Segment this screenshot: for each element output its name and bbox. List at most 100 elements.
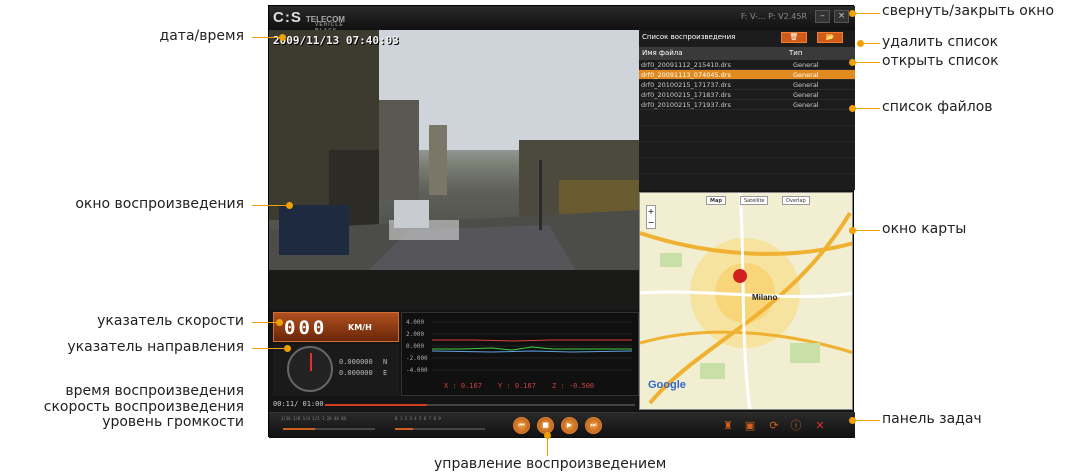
label-open-list: открыть список — [882, 53, 999, 69]
leader-dot — [849, 59, 856, 66]
label-volume-level: уровень громкости — [102, 414, 244, 430]
video-frame — [269, 30, 639, 310]
label-speed-indicator: указатель скорости — [97, 313, 244, 329]
google-logo: Google — [648, 379, 686, 391]
leader-dot — [849, 227, 856, 234]
playlist-header: Список воспроизведения 🗑 📂 — [639, 30, 855, 46]
fast-forward-button[interactable]: ⏭ — [585, 417, 602, 434]
list-item[interactable]: drf0_20091112_215410.drs General — [639, 60, 855, 70]
list-item[interactable]: drf0_20100215_171837.drs General — [639, 90, 855, 100]
title-bar: C:STELECOM VEHICLE BLACK BOX F: V-... P:… — [269, 6, 855, 40]
label-file-list: список файлов — [882, 99, 993, 115]
playback-time: 00:11/ 01:00 — [273, 400, 324, 408]
direction-indicator: 0.000000 N 0.000000 E — [273, 344, 399, 396]
info-icon[interactable]: ⓘ — [789, 419, 803, 432]
file-name: drf0_20091112_215410.drs — [641, 61, 731, 69]
bottom-toolbar: 1/16 1/8 1/4 1/2 1 2X 4X 8X 0 1 2 3 4 5 … — [269, 412, 855, 438]
g-sensor-graph: 4.000 2.000 0.000 -2.000 -4.000 X : 0.16… — [401, 312, 639, 396]
volume-slider-fill — [395, 428, 413, 430]
logo-mark: C:S — [273, 9, 302, 26]
label-playback-control: управление воспроизведением — [434, 456, 667, 472]
playback-speed-slider[interactable] — [283, 428, 375, 430]
empty-row — [639, 142, 855, 158]
print-icon[interactable]: ♜ — [721, 419, 735, 432]
graph-y-tick: -2.000 — [406, 355, 428, 362]
file-type: General — [793, 61, 819, 69]
empty-row — [639, 126, 855, 142]
open-list-button[interactable]: 📂 — [817, 32, 843, 43]
speed-ticks: 1/16 1/8 1/4 1/2 1 2X 4X 8X — [281, 416, 347, 421]
gps-longitude: 0.000000 — [339, 369, 373, 377]
z-axis-readout: Z : -0.500 — [552, 382, 595, 390]
label-playback-speed: скорость воспроизведения — [43, 399, 244, 415]
speed-unit: KM/H — [348, 323, 372, 332]
tab-overlay[interactable]: Overlap — [782, 196, 810, 205]
file-name: drf0_20100215_171837.drs — [641, 91, 731, 99]
volume-ticks: 0 1 2 3 4 5 6 7 8 9 — [395, 416, 441, 421]
leader-line — [852, 62, 880, 63]
tab-satellite[interactable]: Satellite — [740, 196, 769, 205]
leader-line — [852, 108, 880, 109]
column-type: Тип — [789, 49, 803, 57]
progress-track[interactable] — [325, 404, 635, 406]
label-minimize-close: свернуть/закрыть окно — [882, 3, 1055, 19]
graph-lines — [432, 321, 632, 371]
gps-latitude: 0.000000 — [339, 358, 373, 366]
progress-fill — [325, 404, 428, 406]
leader-line — [852, 13, 880, 14]
column-filename: Имя файла — [642, 49, 683, 57]
y-axis-readout: Y : 0.167 — [498, 382, 536, 390]
black-box-player-window: C:STELECOM VEHICLE BLACK BOX F: V-... P:… — [268, 5, 855, 438]
tab-map[interactable]: Map — [706, 196, 726, 205]
app-logo: C:STELECOM VEHICLE BLACK BOX — [273, 9, 345, 40]
label-taskbar: панель задач — [882, 411, 982, 427]
leader-dot — [284, 345, 291, 352]
leader-dot — [286, 202, 293, 209]
list-item[interactable]: drf0_20100215_171737.drs General — [639, 80, 855, 90]
gps-lat-dir: N — [383, 358, 388, 366]
leader-dot — [849, 417, 856, 424]
leader-dot — [544, 432, 551, 439]
label-direction-indicator: указатель направления — [67, 339, 244, 355]
datetime-overlay: 2009/11/13 07:40:03 — [273, 34, 399, 47]
snapshot-icon[interactable]: ▣ — [743, 419, 757, 432]
label-map-window: окно карты — [882, 221, 967, 237]
leader-dot — [849, 105, 856, 112]
map-city-label: Milano — [752, 293, 778, 302]
leader-line — [252, 322, 278, 323]
empty-row — [639, 158, 855, 174]
graph-y-tick: 4.000 — [406, 319, 425, 326]
label-datetime: дата/время — [159, 28, 244, 44]
close-window-button[interactable]: × — [834, 10, 849, 23]
speed-indicator: 000 KM/H — [273, 312, 399, 342]
playlist-columns: Имя файла Тип — [639, 47, 855, 60]
file-name: drf0_20091113_074045.drs — [641, 71, 731, 79]
leader-dot — [857, 40, 864, 47]
refresh-icon[interactable]: ⟳ — [767, 419, 781, 432]
minimize-button[interactable]: – — [815, 10, 830, 23]
leader-line — [252, 348, 286, 349]
list-item-selected[interactable]: drf0_20091113_074045.drs General — [639, 70, 855, 80]
volume-slider[interactable] — [395, 428, 485, 430]
playlist-panel: Список воспроизведения 🗑 📂 Имя файла Тип… — [639, 30, 855, 190]
list-item[interactable]: drf0_20100215_171937.drs General — [639, 100, 855, 110]
zoom-control[interactable]: + − — [646, 205, 656, 229]
playback-progress[interactable]: 00:11/ 01:00 — [269, 398, 639, 412]
leader-line — [252, 205, 288, 206]
play-button[interactable]: ▶ — [561, 417, 578, 434]
exit-icon[interactable]: ✕ — [813, 419, 827, 432]
leader-dot — [849, 10, 856, 17]
map-window[interactable]: + − Map Satellite Overlap Milano Google — [639, 192, 853, 410]
playlist-title: Список воспроизведения — [642, 33, 736, 41]
video-playback-area[interactable]: 2009/11/13 07:40:03 — [269, 30, 639, 310]
label-playback-time: время воспроизведения — [65, 383, 244, 399]
file-name: drf0_20100215_171737.drs — [641, 81, 731, 89]
gps-lon-dir: E — [383, 369, 388, 377]
rewind-button[interactable]: ⏮ — [513, 417, 530, 434]
delete-list-button[interactable]: 🗑 — [781, 32, 807, 43]
leader-line — [547, 436, 548, 456]
file-list: drf0_20091112_215410.drs General drf0_200… — [639, 60, 855, 174]
file-type: General — [793, 81, 819, 89]
version-label: F: V-... P: V2.45R — [740, 12, 807, 21]
speed-value: 000 — [284, 317, 328, 339]
